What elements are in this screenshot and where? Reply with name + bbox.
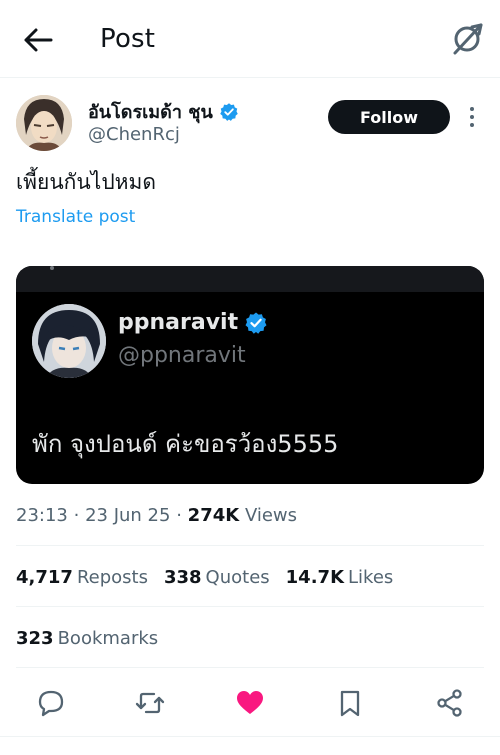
meta-separator: · xyxy=(73,505,80,526)
reply-icon[interactable] xyxy=(36,688,66,718)
author-name-row: อันโดรเมด้า ชุน xyxy=(88,97,239,126)
quotes-count: 338 xyxy=(163,567,202,588)
embedded-avatar xyxy=(32,304,106,378)
embedded-text: พัก จุงปอนด์ ค่ะขอรว้อง5555 xyxy=(32,430,339,458)
embedded-media[interactable]: ppnaravit @ppnaravit พัก จุงปอนด์ ค่ะขอร… xyxy=(16,266,484,484)
bookmark-icon[interactable] xyxy=(335,688,365,718)
likes-stat[interactable]: 14.7K Likes xyxy=(286,567,394,588)
author-avatar[interactable] xyxy=(16,95,72,151)
tweet-text: เพี้ยนกันไปหมด xyxy=(16,170,156,194)
reposts-stat[interactable]: 4,717 Reposts xyxy=(16,567,148,588)
embedded-name-row: ppnaravit xyxy=(118,310,268,335)
post-meta: 23:13 · 23 Jun 25 · 274K Views xyxy=(16,505,297,526)
likes-count: 14.7K xyxy=(285,567,345,588)
bottom-divider xyxy=(0,736,500,737)
bookmarks-stat[interactable]: 323 Bookmarks xyxy=(16,628,158,649)
engagement-stats: 4,717 Reposts 338 Quotes 14.7K Likes xyxy=(16,567,409,588)
quotes-label: Quotes xyxy=(205,567,270,588)
divider xyxy=(16,667,484,668)
follow-button[interactable]: Follow xyxy=(328,100,450,134)
more-vertical-icon[interactable] xyxy=(466,104,478,130)
verified-badge-icon xyxy=(245,312,267,334)
meta-separator: · xyxy=(176,505,182,526)
translate-post-link[interactable]: Translate post xyxy=(16,207,135,227)
repost-icon[interactable] xyxy=(135,688,165,718)
share-icon[interactable] xyxy=(435,688,465,718)
bookmarks-label: Bookmarks xyxy=(57,628,159,649)
grok-icon[interactable] xyxy=(450,22,484,56)
views-label: Views xyxy=(244,505,298,526)
heart-icon[interactable] xyxy=(235,688,265,718)
reposts-count: 4,717 xyxy=(16,567,73,588)
bookmarks-count: 323 xyxy=(16,628,54,649)
top-bar: Post xyxy=(0,0,500,78)
quotes-stat[interactable]: 338 Quotes xyxy=(164,567,270,588)
divider xyxy=(16,606,484,607)
author-handle[interactable]: @ChenRcj xyxy=(88,124,180,145)
likes-label: Likes xyxy=(348,567,394,588)
reposts-label: Reposts xyxy=(76,567,148,588)
embedded-avatar-image xyxy=(32,304,106,378)
post-time[interactable]: 23:13 xyxy=(16,505,68,526)
views-count: 274K xyxy=(187,505,240,526)
arrow-left-icon[interactable] xyxy=(22,26,54,54)
page-title: Post xyxy=(100,24,156,54)
action-bar xyxy=(0,680,500,724)
author-display-name[interactable]: อันโดรเมด้า ชุน xyxy=(88,97,213,126)
embedded-top-strip xyxy=(16,266,484,292)
embedded-handle: @ppnaravit xyxy=(118,343,246,368)
post-date[interactable]: 23 Jun 25 xyxy=(85,505,170,526)
embedded-dot xyxy=(50,266,54,270)
divider xyxy=(16,545,484,546)
embedded-display-name: ppnaravit xyxy=(118,310,239,335)
verified-badge-icon xyxy=(220,102,238,121)
author-avatar-image xyxy=(16,95,72,151)
